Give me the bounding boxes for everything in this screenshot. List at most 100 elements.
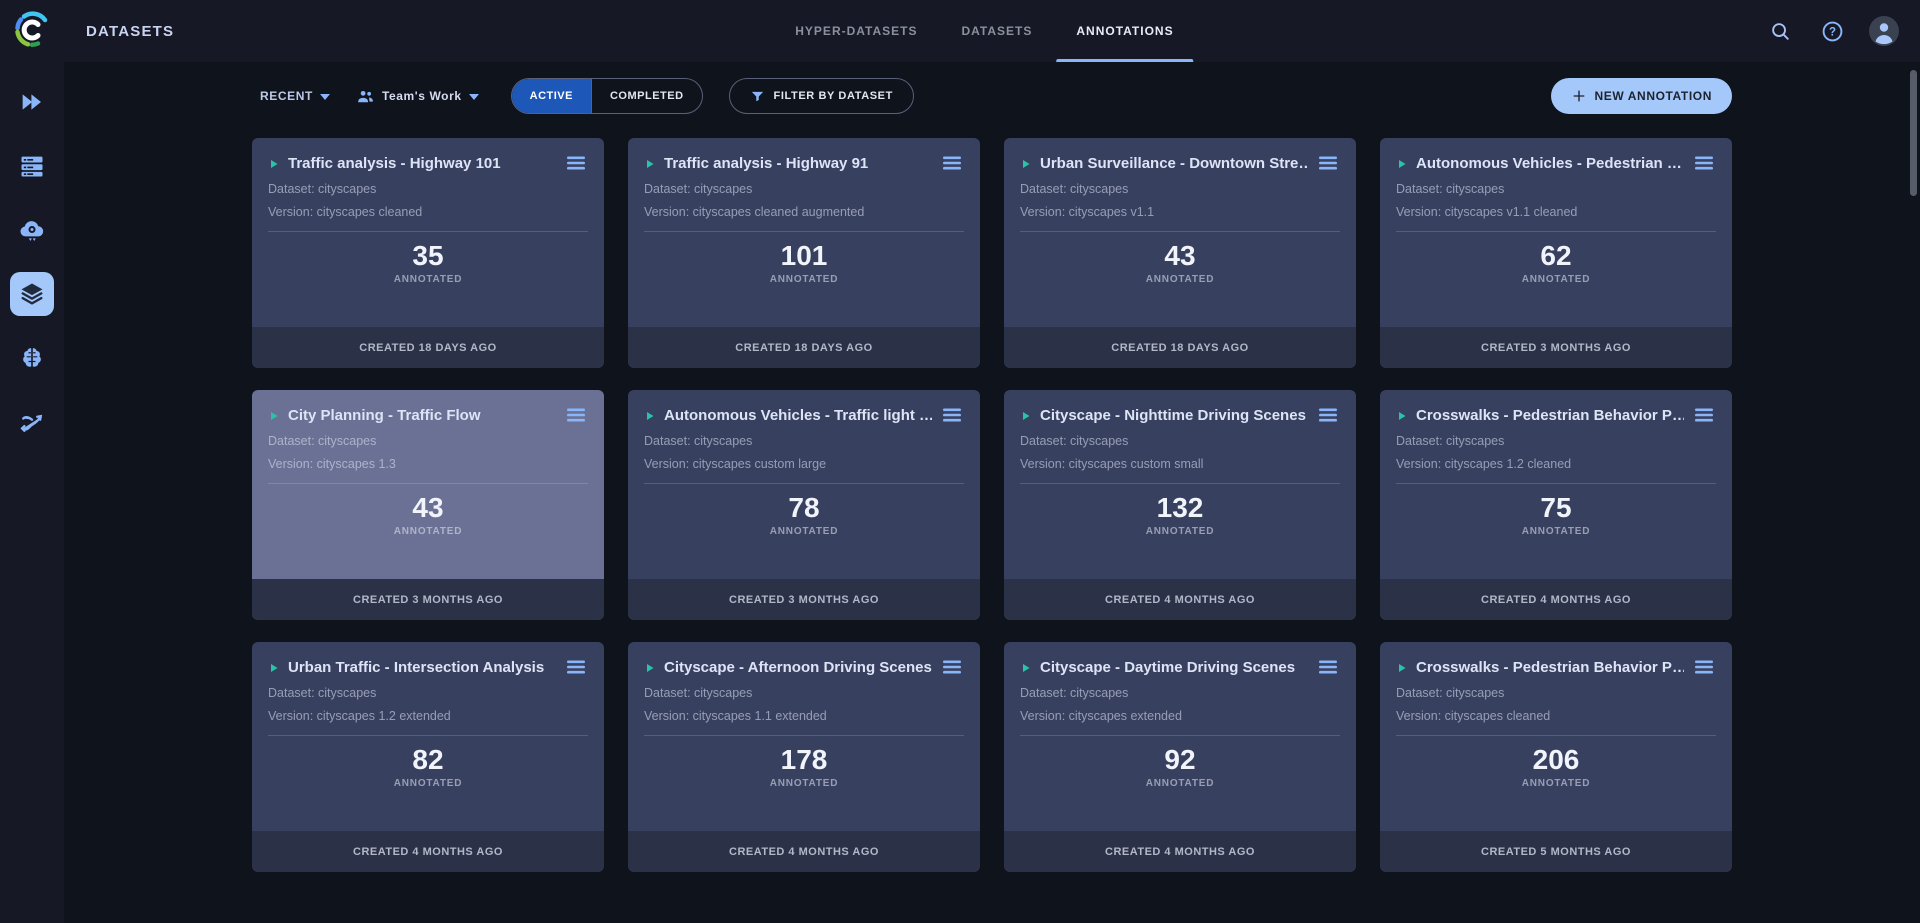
filter-by-dataset-label: FILTER BY DATASET bbox=[774, 90, 893, 102]
count-block: 101 ANNOTATED bbox=[644, 240, 964, 285]
tab-datasets[interactable]: DATASETS bbox=[961, 0, 1032, 62]
clearml-logo[interactable] bbox=[10, 8, 54, 52]
card-divider bbox=[268, 483, 588, 484]
card-footer: CREATED 4 MONTHS AGO bbox=[628, 831, 980, 872]
dataset-line: Dataset: cityscapes bbox=[1020, 686, 1340, 700]
card-footer: CREATED 4 MONTHS AGO bbox=[252, 831, 604, 872]
pipeline-icon bbox=[18, 408, 46, 436]
card-menu-button[interactable] bbox=[940, 153, 964, 173]
card-menu-button[interactable] bbox=[1316, 153, 1340, 173]
sort-dropdown[interactable]: RECENT bbox=[260, 89, 330, 103]
new-annotation-button[interactable]: NEW ANNOTATION bbox=[1551, 78, 1733, 114]
dataset-line: Dataset: cityscapes bbox=[1396, 434, 1716, 448]
annotation-card[interactable]: Autonomous Vehicles - Traffic light … Da… bbox=[628, 390, 980, 620]
card-menu-button[interactable] bbox=[564, 153, 588, 173]
tab-annotations[interactable]: ANNOTATIONS bbox=[1076, 0, 1173, 62]
card-body: Traffic analysis - Highway 91 Dataset: c… bbox=[628, 138, 980, 285]
annotation-card[interactable]: City Planning - Traffic Flow Dataset: ci… bbox=[252, 390, 604, 620]
annotation-card[interactable]: Traffic analysis - Highway 91 Dataset: c… bbox=[628, 138, 980, 368]
card-menu-button[interactable] bbox=[564, 657, 588, 677]
card-footer: CREATED 5 MONTHS AGO bbox=[1380, 831, 1732, 872]
toggle-completed[interactable]: COMPLETED bbox=[591, 79, 702, 113]
card-menu-button[interactable] bbox=[1316, 405, 1340, 425]
annotated-label: ANNOTATED bbox=[1396, 274, 1716, 285]
annotated-count: 132 bbox=[1020, 492, 1340, 524]
play-icon bbox=[1396, 157, 1408, 169]
sidebar-item-workers-queues[interactable] bbox=[10, 144, 54, 188]
version-line: Version: cityscapes cleaned augmented bbox=[644, 205, 964, 219]
sidebar-item-models[interactable] bbox=[10, 336, 54, 380]
annotation-title: Traffic analysis - Highway 101 bbox=[288, 155, 556, 172]
created-label: CREATED 18 DAYS AGO bbox=[1111, 342, 1248, 354]
card-menu-button[interactable] bbox=[940, 405, 964, 425]
created-label: CREATED 18 DAYS AGO bbox=[359, 342, 496, 354]
card-title-row: Urban Surveillance - Downtown Stre… bbox=[1020, 153, 1340, 173]
card-divider bbox=[1396, 483, 1716, 484]
annotation-card[interactable]: Cityscape - Daytime Driving Scenes Datas… bbox=[1004, 642, 1356, 872]
sidebar bbox=[0, 0, 64, 923]
annotation-card[interactable]: Urban Surveillance - Downtown Stre… Data… bbox=[1004, 138, 1356, 368]
sidebar-item-cloud-autoscale[interactable] bbox=[10, 208, 54, 252]
double-play-icon bbox=[18, 88, 46, 116]
dataset-line: Dataset: cityscapes bbox=[644, 686, 964, 700]
annotation-title: Traffic analysis - Highway 91 bbox=[664, 155, 932, 172]
hamburger-menu-icon bbox=[1694, 407, 1714, 423]
topbar-actions: ? bbox=[1762, 13, 1902, 49]
card-menu-button[interactable] bbox=[1692, 405, 1716, 425]
hamburger-menu-icon bbox=[942, 155, 962, 171]
annotation-card[interactable]: Crosswalks - Pedestrian Behavior P… Data… bbox=[1380, 390, 1732, 620]
annotation-title: Autonomous Vehicles - Pedestrian … bbox=[1416, 155, 1684, 172]
card-footer: CREATED 4 MONTHS AGO bbox=[1380, 579, 1732, 620]
card-title-row: Cityscape - Nighttime Driving Scenes bbox=[1020, 405, 1340, 425]
card-title-row: Crosswalks - Pedestrian Behavior P… bbox=[1396, 657, 1716, 677]
toggle-active[interactable]: ACTIVE bbox=[512, 79, 591, 113]
annotated-label: ANNOTATED bbox=[268, 778, 588, 789]
hamburger-menu-icon bbox=[566, 155, 586, 171]
vertical-scrollbar[interactable] bbox=[1910, 70, 1917, 196]
annotation-card[interactable]: Cityscape - Nighttime Driving Scenes Dat… bbox=[1004, 390, 1356, 620]
version-line: Version: cityscapes custom large bbox=[644, 457, 964, 471]
card-menu-button[interactable] bbox=[1316, 657, 1340, 677]
brain-icon bbox=[18, 344, 46, 372]
scope-dropdown[interactable]: Team's Work bbox=[356, 87, 479, 106]
filter-by-dataset-button[interactable]: FILTER BY DATASET bbox=[729, 78, 914, 114]
card-divider bbox=[268, 735, 588, 736]
sidebar-item-experiments[interactable] bbox=[10, 80, 54, 124]
annotated-label: ANNOTATED bbox=[268, 526, 588, 537]
play-icon bbox=[1396, 661, 1408, 673]
profile-button[interactable] bbox=[1866, 13, 1902, 49]
play-icon bbox=[268, 661, 280, 673]
help-button[interactable]: ? bbox=[1814, 13, 1850, 49]
play-icon bbox=[268, 157, 280, 169]
annotation-card[interactable]: Urban Traffic - Intersection Analysis Da… bbox=[252, 642, 604, 872]
tab-hyper-datasets[interactable]: HYPER-DATASETS bbox=[795, 0, 917, 62]
card-menu-button[interactable] bbox=[564, 405, 588, 425]
sidebar-nav bbox=[10, 80, 54, 444]
count-block: 43 ANNOTATED bbox=[268, 492, 588, 537]
card-divider bbox=[1396, 231, 1716, 232]
card-body: Traffic analysis - Highway 101 Dataset: … bbox=[252, 138, 604, 285]
annotation-card[interactable]: Crosswalks - Pedestrian Behavior P… Data… bbox=[1380, 642, 1732, 872]
topbar: DATASETS HYPER-DATASETS DATASETS ANNOTAT… bbox=[64, 0, 1920, 62]
dataset-line: Dataset: cityscapes bbox=[1020, 434, 1340, 448]
sidebar-item-datasets[interactable] bbox=[10, 272, 54, 316]
annotation-card[interactable]: Cityscape - Afternoon Driving Scenes Dat… bbox=[628, 642, 980, 872]
annotation-card[interactable]: Traffic analysis - Highway 101 Dataset: … bbox=[252, 138, 604, 368]
layers-icon bbox=[18, 280, 46, 308]
version-line: Version: cityscapes v1.1 bbox=[1020, 205, 1340, 219]
annotation-card[interactable]: Autonomous Vehicles - Pedestrian … Datas… bbox=[1380, 138, 1732, 368]
card-menu-button[interactable] bbox=[1692, 153, 1716, 173]
card-menu-button[interactable] bbox=[940, 657, 964, 677]
card-footer: CREATED 18 DAYS AGO bbox=[252, 327, 604, 368]
annotated-count: 78 bbox=[644, 492, 964, 524]
search-button[interactable] bbox=[1762, 13, 1798, 49]
status-toggle: ACTIVE COMPLETED bbox=[511, 78, 703, 114]
hamburger-menu-icon bbox=[566, 407, 586, 423]
card-divider bbox=[1020, 483, 1340, 484]
card-footer: CREATED 18 DAYS AGO bbox=[1004, 327, 1356, 368]
card-menu-button[interactable] bbox=[1692, 657, 1716, 677]
sidebar-item-pipelines[interactable] bbox=[10, 400, 54, 444]
annotated-count: 206 bbox=[1396, 744, 1716, 776]
annotated-count: 178 bbox=[644, 744, 964, 776]
page-title: DATASETS bbox=[86, 23, 174, 40]
